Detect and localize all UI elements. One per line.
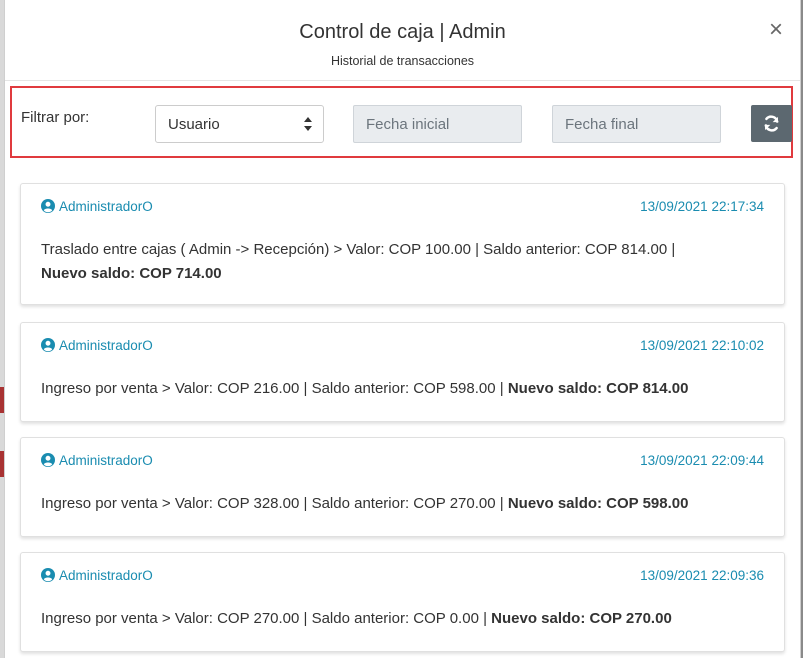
modal-subtitle: Historial de transacciones	[330, 54, 475, 68]
transaction-new-balance: Nuevo saldo: COP 714.00	[41, 265, 222, 282]
transaction-description: Traslado entre cajas ( Admin -> Recepció…	[41, 238, 768, 286]
transaction-card: AdministradorO 13/09/2021 22:10:02 Ingre…	[20, 322, 785, 422]
transaction-new-balance: Nuevo saldo: COP 270.00	[491, 610, 672, 627]
transaction-details: Ingreso por venta > Valor: COP 328.00 | …	[41, 495, 504, 512]
transaction-user-name: AdministradorO	[59, 568, 153, 583]
user-circle-icon	[41, 199, 55, 213]
transaction-card: AdministradorO 13/09/2021 22:09:44 Ingre…	[20, 437, 785, 537]
sort-arrows-icon	[304, 117, 312, 131]
transaction-user-name: AdministradorO	[59, 453, 153, 468]
transaction-user: AdministradorO	[41, 338, 153, 353]
transaction-user: AdministradorO	[41, 453, 153, 468]
transaction-details: Traslado entre cajas ( Admin -> Recepció…	[41, 241, 676, 258]
end-date-input[interactable]	[552, 105, 721, 143]
filter-select[interactable]: Usuario	[155, 105, 324, 143]
transaction-description: Ingreso por venta > Valor: COP 328.00 | …	[41, 492, 768, 516]
transaction-card: AdministradorO 13/09/2021 22:17:34 Trasl…	[20, 183, 785, 305]
transaction-user: AdministradorO	[41, 568, 153, 583]
filter-select-value: Usuario	[168, 116, 220, 133]
close-button[interactable]: ×	[766, 18, 786, 42]
transaction-user: AdministradorO	[41, 199, 153, 214]
user-circle-icon	[41, 338, 55, 352]
modal-header: Control de caja | Admin Historial de tra…	[5, 0, 800, 81]
transaction-details: Ingreso por venta > Valor: COP 270.00 | …	[41, 610, 487, 627]
user-circle-icon	[41, 453, 55, 467]
refresh-icon	[764, 115, 779, 132]
transaction-timestamp: 13/09/2021 22:09:44	[640, 453, 764, 468]
transaction-user-name: AdministradorO	[59, 338, 153, 353]
transaction-history-modal: Control de caja | Admin Historial de tra…	[4, 0, 801, 658]
transaction-card: AdministradorO 13/09/2021 22:09:36 Ingre…	[20, 552, 785, 652]
transaction-description: Ingreso por venta > Valor: COP 216.00 | …	[41, 377, 768, 401]
transaction-timestamp: 13/09/2021 22:09:36	[640, 568, 764, 583]
transaction-details: Ingreso por venta > Valor: COP 216.00 | …	[41, 380, 504, 397]
filter-bar: Filtrar por: Usuario	[10, 86, 793, 158]
start-date-input[interactable]	[353, 105, 522, 143]
transaction-timestamp: 13/09/2021 22:17:34	[640, 199, 764, 214]
modal-title: Control de caja | Admin	[299, 21, 506, 43]
refresh-button[interactable]	[751, 105, 792, 142]
transaction-description: Ingreso por venta > Valor: COP 270.00 | …	[41, 607, 768, 631]
transaction-timestamp: 13/09/2021 22:10:02	[640, 338, 764, 353]
transaction-new-balance: Nuevo saldo: COP 814.00	[507, 380, 689, 397]
filter-label: Filtrar por:	[21, 109, 90, 126]
transaction-user-name: AdministradorO	[59, 199, 153, 214]
user-circle-icon	[41, 568, 55, 582]
transaction-new-balance: Nuevo saldo: COP 598.00	[507, 495, 689, 512]
